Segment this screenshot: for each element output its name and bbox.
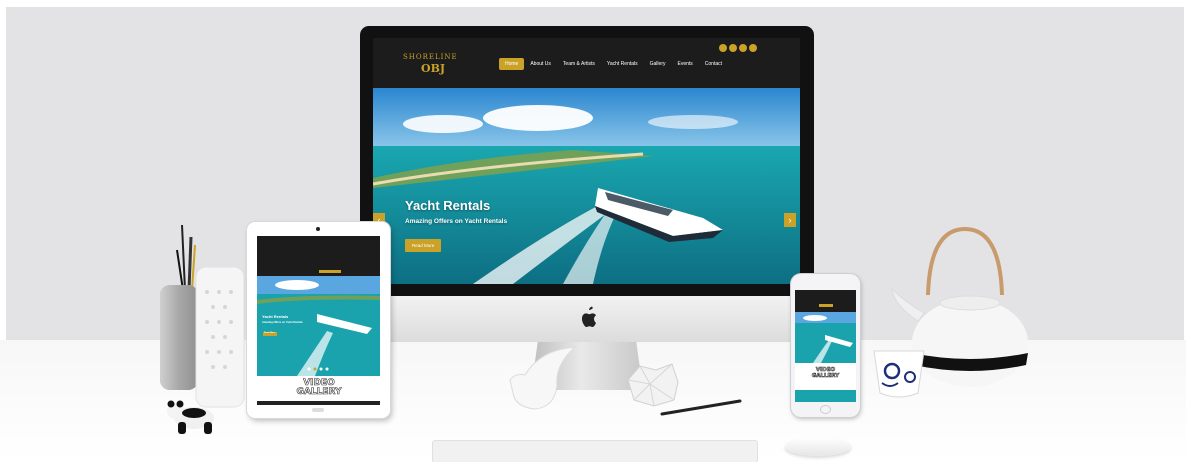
hero-title: Yacht Rentals: [405, 198, 491, 213]
ipad-camera: [316, 227, 320, 231]
iphone-video-gallery-heading: VIDEO GALLERY: [807, 367, 844, 379]
keyboard: [433, 441, 757, 462]
chevron-right-icon[interactable]: ›: [784, 213, 796, 227]
bird-figurine: [509, 346, 577, 410]
ipad-hero-title: Yacht Rentals: [262, 314, 289, 319]
iphone-site-preview: [795, 290, 856, 402]
nav-item-gallery[interactable]: Gallery: [644, 58, 672, 70]
facebook-icon[interactable]: [719, 44, 727, 52]
site-logo-top: SHORELINE: [403, 53, 458, 61]
iphone-device: VIDEO GALLERY: [791, 274, 860, 417]
apple-logo-icon: [581, 306, 597, 327]
product-mockup-scene: SHORELINE OBJ Home About Us Team & Artis…: [0, 0, 1186, 462]
ipad-screen: Yacht Rentals Amazing Offers on Yacht Re…: [257, 236, 380, 405]
mail-icon[interactable]: [749, 44, 757, 52]
ipad-device: Yacht Rentals Amazing Offers on Yacht Re…: [247, 222, 390, 418]
white-vase: [195, 266, 245, 408]
ipad-home-button: [312, 408, 324, 412]
social-links: [719, 44, 757, 52]
hero-subtitle: Amazing Offers on Yacht Rentals: [405, 218, 508, 225]
nav-item-contact[interactable]: Contact: [699, 58, 728, 70]
nav-item-team[interactable]: Team & Artists: [557, 58, 601, 70]
ipad-read-more-button[interactable]: Read More: [264, 332, 275, 334]
iphone-video-gallery-line2: GALLERY: [811, 372, 840, 379]
nav-item-about[interactable]: About Us: [524, 58, 557, 70]
site-header: SHORELINE OBJ Home About Us Team & Artis…: [373, 38, 800, 88]
mouse: [785, 437, 851, 456]
ipad-video-gallery-heading: VIDEO GALLERY: [287, 378, 351, 397]
iphone-home-button: [820, 405, 831, 414]
nav-item-yacht-rentals[interactable]: Yacht Rentals: [601, 58, 644, 70]
site-nav-menu: Home About Us Team & Artists Yacht Renta…: [499, 58, 728, 70]
read-more-button[interactable]: Read More: [405, 239, 442, 252]
hero-yacht-image: [373, 88, 800, 284]
nav-item-events[interactable]: Events: [671, 58, 698, 70]
ipad-hero-subtitle: Amazing Offers on Yacht Rentals: [262, 321, 303, 324]
pen: [660, 399, 742, 416]
instagram-icon[interactable]: [739, 44, 747, 52]
twitter-icon[interactable]: [729, 44, 737, 52]
site-logo[interactable]: OBJ: [421, 62, 445, 75]
hero-slider: Yacht Rentals Amazing Offers on Yacht Re…: [373, 88, 800, 284]
panda-figurine: [167, 400, 214, 434]
nav-item-home[interactable]: Home: [499, 58, 525, 70]
ipad-video-gallery-line2: GALLERY: [296, 387, 342, 397]
imac-screen: SHORELINE OBJ Home About Us Team & Artis…: [373, 38, 800, 284]
iphone-screen: VIDEO GALLERY: [795, 290, 856, 402]
patterned-cup: [873, 350, 925, 398]
